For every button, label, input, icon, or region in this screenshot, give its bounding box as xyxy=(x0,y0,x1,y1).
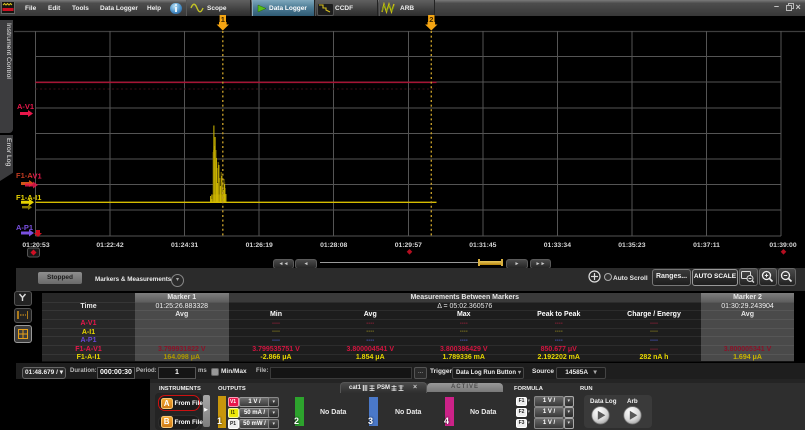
svg-text:01:28:08: 01:28:08 xyxy=(320,242,347,249)
svg-text:01:31:45: 01:31:45 xyxy=(469,242,496,249)
svg-text:01:22:42: 01:22:42 xyxy=(96,242,123,249)
svg-text:01:26:19: 01:26:19 xyxy=(246,242,273,249)
svg-text:01:29:57: 01:29:57 xyxy=(395,242,422,249)
svg-text:-V1: -V1 xyxy=(30,172,42,181)
svg-text:01:24:31: 01:24:31 xyxy=(171,242,198,249)
svg-text:A-V1: A-V1 xyxy=(17,102,34,111)
svg-text:01:33:34: 01:33:34 xyxy=(544,242,571,249)
svg-text:01:35:23: 01:35:23 xyxy=(618,242,645,249)
svg-text:F1-A-I1: F1-A-I1 xyxy=(16,193,41,202)
svg-text:01:37:11: 01:37:11 xyxy=(693,242,720,249)
svg-text:01:39:00: 01:39:00 xyxy=(769,242,796,249)
